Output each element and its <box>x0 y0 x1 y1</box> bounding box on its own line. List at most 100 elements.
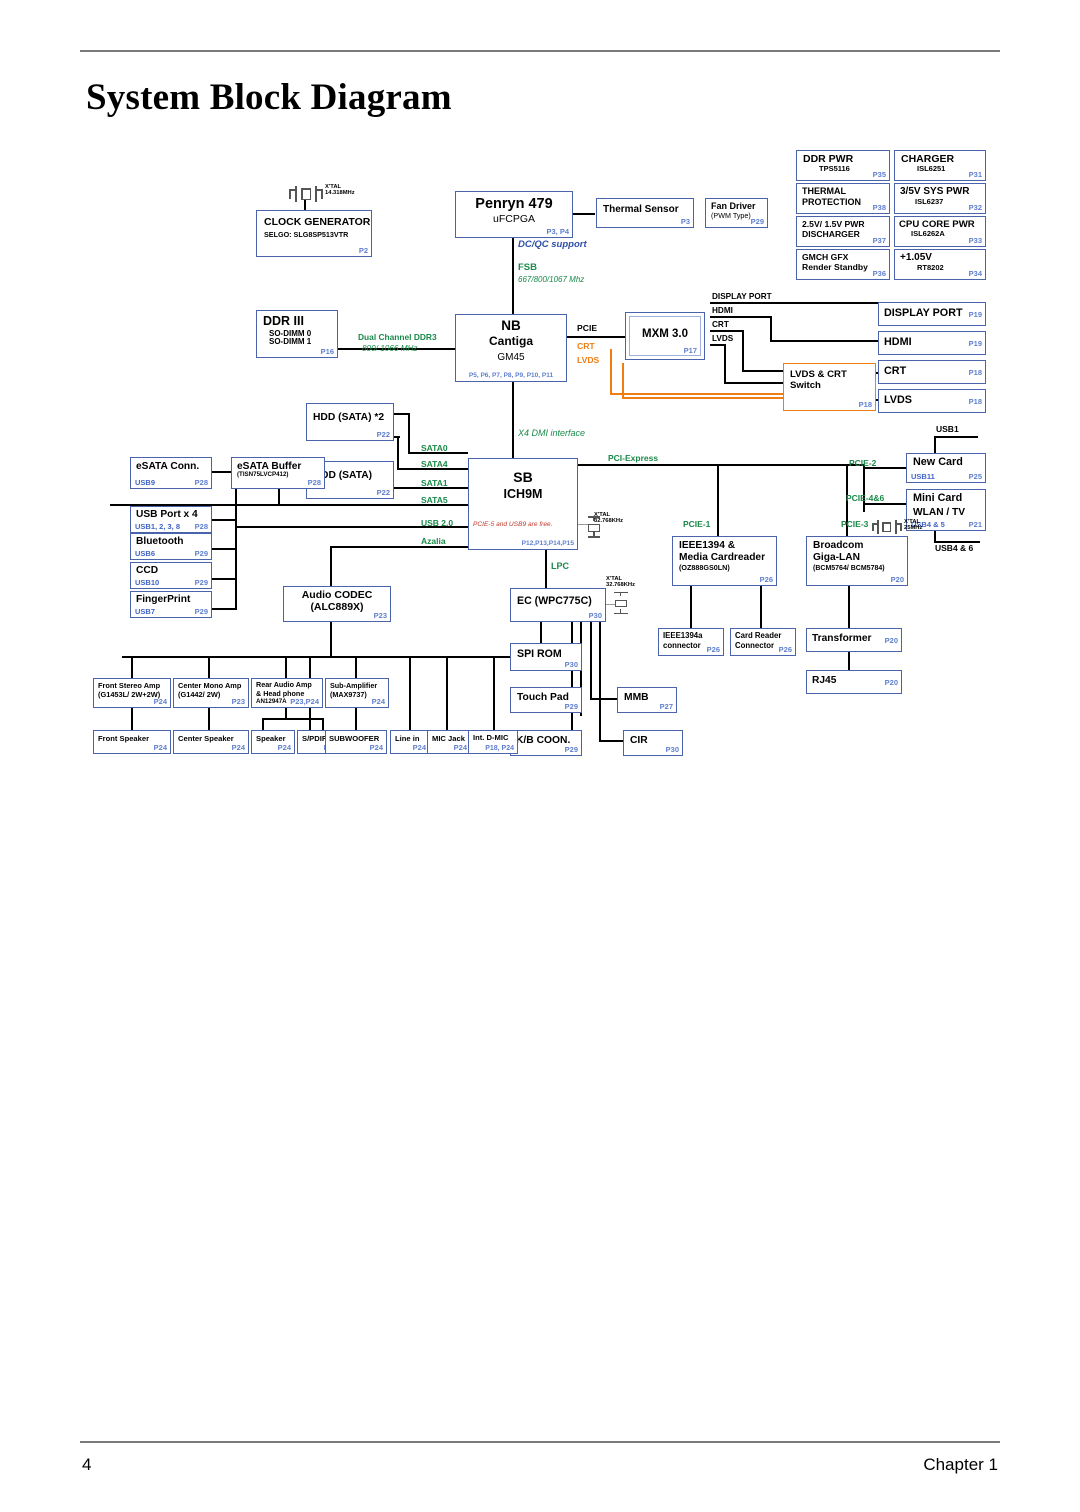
line-pci-express-bus <box>578 464 864 467</box>
ieee1394a-title1: IEEE1394a <box>663 631 703 640</box>
clock-generator-page: P2 <box>358 246 368 255</box>
block-esata-conn: eSATA Conn. USB9 P28 <box>130 457 212 489</box>
line-cpu-to-nb <box>512 238 515 314</box>
line-ccd-to-rail <box>212 578 237 581</box>
fan-driver-page: P29 <box>750 217 764 226</box>
charger-page: P31 <box>968 170 982 179</box>
line-nb-crt-horz <box>610 393 788 396</box>
rear-audio-amp-title1: Rear Audio Amp <box>256 680 312 689</box>
mini-card-page: P21 <box>968 520 982 529</box>
fingerprint-usb: USB7 <box>135 607 156 616</box>
label-lvds-nb: LVDS <box>577 355 600 365</box>
block-thermal-sensor: Thermal Sensor P3 <box>596 198 694 228</box>
clock-generator-sub: SELGO: SLG8SP513VTR <box>264 230 349 240</box>
line-nb-lvds-vert <box>622 363 625 399</box>
block-subwoofer: SUBWOOFER P24 <box>325 730 387 754</box>
center-mono-amp-page: P23 <box>231 697 245 706</box>
ddr3-sub2: SO-DIMM 1 <box>269 337 312 347</box>
label-lvds-bus: LVDS <box>712 334 734 343</box>
hdmi-page: P19 <box>968 339 982 348</box>
block-touch-pad: Touch Pad P29 <box>510 687 582 713</box>
subwoofer-page: P24 <box>369 743 383 752</box>
pwr-discharger-page: P37 <box>872 236 886 245</box>
ddr3-page: P16 <box>320 347 334 356</box>
lvds-crt-switch-sub: Switch <box>790 380 821 392</box>
block-front-speaker: Front Speaker P24 <box>93 730 171 754</box>
block-fingerprint: FingerPrint USB7 P29 <box>130 591 212 618</box>
block-mxm: MXM 3.0 P17 <box>625 312 705 360</box>
line-amp2-drop <box>208 656 211 678</box>
line-bt-to-rail <box>212 548 237 551</box>
block-kb-coon: K/B COON. P29 <box>510 730 582 756</box>
line-fp-to-rail <box>212 608 237 611</box>
label-usb4-6: USB4 & 6 <box>935 543 974 553</box>
touch-pad-page: P29 <box>564 702 578 711</box>
line-mxm-displayport <box>710 302 878 305</box>
xtal-ec-icon <box>614 592 636 616</box>
label-crt-bus: CRT <box>712 320 729 329</box>
label-hdmi-bus: HDMI <box>712 306 733 315</box>
label-usb1: USB1 <box>936 424 959 434</box>
line-linein-drop <box>409 656 412 732</box>
line-codec-down <box>330 622 333 658</box>
block-esata-buffer: eSATA Buffer (TISN75LVCP412) P28 <box>231 457 325 489</box>
block-center-speaker: Center Speaker P24 <box>173 730 249 754</box>
clock-generator-title: CLOCK GENERATOR <box>264 216 371 228</box>
esata-conn-usb: USB9 <box>135 478 156 487</box>
line-transformer-to-rj45 <box>848 652 851 670</box>
line-cpu-thermal <box>573 213 595 216</box>
sub-amplifier-page: P24 <box>371 697 385 706</box>
block-hdd-sata: HDD (SATA) *2 P22 <box>306 403 394 441</box>
block-ddr3: DDR III SO-DIMM 0 SO-DIMM 1 P16 <box>256 310 338 358</box>
block-lvds-crt-switch: LVDS & CRT Switch P18 <box>783 363 876 411</box>
block-cpu-core-pwr: CPU CORE PWR ISL6262A P33 <box>894 216 986 247</box>
label-pci-express: PCI-Express <box>608 453 659 463</box>
block-lvds: LVDS P18 <box>878 389 986 413</box>
nb-title: NB <box>501 318 521 333</box>
label-dmi-interface: X4 DMI interface <box>518 428 586 438</box>
gmch-gfx-title1: GMCH GFX <box>802 252 849 262</box>
block-audio-codec: Audio CODEC (ALC889X) P23 <box>283 586 391 622</box>
ieee1394-page: P26 <box>759 575 773 584</box>
sb-note: PCIE-5 and USB9 are free. <box>473 521 553 528</box>
block-spi-rom: SPI ROM P30 <box>510 643 582 671</box>
esata-conn-title: eSATA Conn. <box>136 461 200 472</box>
broadcom-title2: Giga-LAN <box>813 552 860 564</box>
label-dual-channel: Dual Channel DDR3 <box>358 332 437 342</box>
sb-page: P12,P13,P14,P15 <box>521 540 574 547</box>
label-pcie-3: PCIE-3 <box>841 519 869 529</box>
label-sata5: SATA5 <box>421 495 448 505</box>
line-cmamp-to-spk <box>208 708 211 732</box>
crt-page: P18 <box>968 368 982 377</box>
label-dcqc-support: DC/QC support <box>518 239 587 250</box>
int-dmic-page: P18, P24 <box>485 745 514 752</box>
line-hdd-sata0-v <box>408 413 411 454</box>
block-penryn-cpu: Penryn 479 uFCPGA P3, P4 <box>455 191 573 238</box>
block-fan-driver: Fan Driver (PWM Type) P29 <box>705 198 768 228</box>
line-1394-to-conn <box>690 586 693 628</box>
bluetooth-usb: USB6 <box>135 549 156 558</box>
line-mxm-hdmi-h2 <box>770 340 878 343</box>
mmb-page: P27 <box>659 702 673 711</box>
kb-coon-page: P29 <box>564 745 578 754</box>
block-sub-amplifier: Sub-Amplifier (MAX9737) P24 <box>325 678 389 708</box>
block-hdmi: HDMI P19 <box>878 331 986 355</box>
sub-amplifier-title: Sub-Amplifier <box>330 681 378 690</box>
thermal-sensor-title: Thermal Sensor <box>603 204 679 215</box>
broadcom-page: P20 <box>890 575 904 584</box>
block-35v-sys-pwr: 3/5V SYS PWR ISL6237 P32 <box>894 183 986 214</box>
xtal-clock-label1: X'TAL <box>325 184 342 190</box>
usb-port-title: USB Port x 4 <box>136 509 198 520</box>
new-card-usb: USB11 <box>911 472 935 481</box>
nb-sub2: GM45 <box>497 351 525 363</box>
pwr-discharger-title1: 2.5V/ 1.5V PWR <box>802 219 865 229</box>
xtal-lan-label1: X'TAL <box>904 519 921 525</box>
line-amp1-drop <box>131 656 134 678</box>
cir-page: P30 <box>665 745 679 754</box>
mxm-title: MXM 3.0 <box>641 328 688 340</box>
xtal-sb-label1: X'TAL <box>594 512 611 518</box>
mic-jack-page: P24 <box>453 743 467 752</box>
xtal-ec-label1: X'TAL <box>606 576 623 582</box>
block-northbridge: NB Cantiga GM45 P5, P6, P7, P8, P9, P10,… <box>455 314 567 382</box>
mini-card-title2: WLAN / TV <box>913 506 966 518</box>
